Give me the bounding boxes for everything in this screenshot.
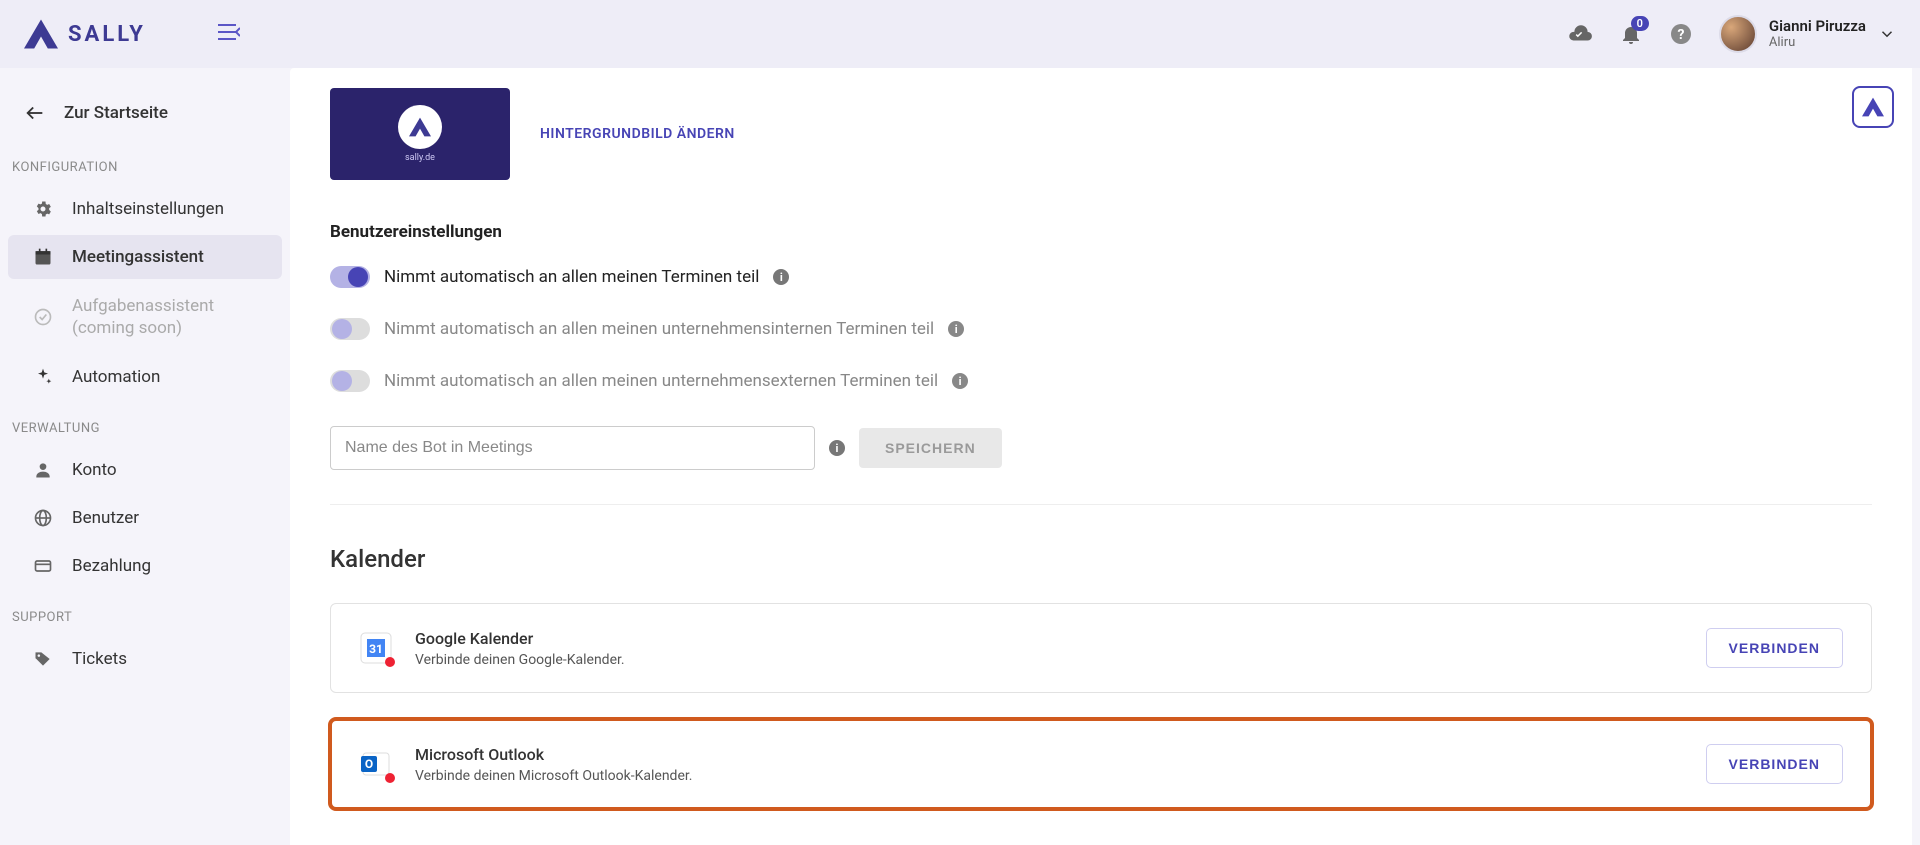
notifications-button[interactable]: 0 (1619, 22, 1643, 46)
sidebar-item-label: Meetingassistent (72, 247, 204, 267)
calendar-card-outlook: O Microsoft Outlook Verbinde deinen Micr… (330, 719, 1872, 809)
sidebar: Zur Startseite KONFIGURATION Inhaltseins… (0, 68, 290, 845)
sidebar-item-content-settings[interactable]: Inhaltseinstellungen (8, 187, 282, 231)
sidebar-item-label: Tickets (72, 649, 127, 669)
sidebar-item-label: Inhaltseinstellungen (72, 199, 224, 219)
svg-text:?: ? (1677, 27, 1684, 43)
section-label-support: SUPPORT (0, 592, 290, 633)
toggle-all-meetings[interactable] (330, 266, 370, 288)
sidebar-collapse-button[interactable] (218, 23, 240, 45)
section-label-config: KONFIGURATION (0, 142, 290, 183)
sidebar-item-users[interactable]: Benutzer (8, 496, 282, 540)
sidebar-item-billing[interactable]: Bezahlung (8, 544, 282, 588)
sidebar-item-account[interactable]: Konto (8, 448, 282, 492)
brand-name: SALLY (68, 22, 146, 47)
credit-card-icon (32, 556, 54, 576)
floating-brand-badge[interactable] (1852, 86, 1894, 128)
gear-icon (32, 199, 54, 219)
info-icon[interactable]: i (773, 269, 789, 285)
background-thumbnail: sally.de (330, 88, 510, 180)
connect-outlook-button[interactable]: VERBINDEN (1706, 744, 1843, 784)
toggle-row-all-meetings: Nimmt automatisch an allen meinen Termin… (330, 266, 1872, 288)
user-name: Gianni Piruzza (1769, 17, 1866, 35)
calendar-title: Google Kalender (415, 629, 1684, 648)
user-menu[interactable]: Gianni Piruzza Aliru (1719, 15, 1896, 53)
chevron-down-icon (1878, 25, 1896, 43)
calendar-icon (32, 247, 54, 267)
sparkle-icon (32, 367, 54, 387)
outlook-icon: O (359, 747, 393, 781)
sidebar-item-label: Aufgabenassistent (72, 295, 214, 317)
sidebar-item-label: Benutzer (72, 508, 139, 528)
sidebar-item-sublabel: (coming soon) (72, 317, 214, 339)
cloud-status-icon[interactable] (1567, 21, 1593, 47)
info-icon[interactable]: i (948, 321, 964, 337)
sally-logo-icon (409, 117, 431, 137)
info-icon[interactable]: i (952, 373, 968, 389)
change-background-link[interactable]: HINTERGRUNDBILD ÄNDERN (540, 126, 735, 142)
toggle-row-external-meetings: Nimmt automatisch an allen meinen untern… (330, 370, 1872, 392)
notifications-count-badge: 0 (1631, 16, 1649, 31)
sidebar-item-label: Bezahlung (72, 556, 151, 576)
sidebar-item-task-assistant: Aufgabenassistent (coming soon) (8, 283, 282, 351)
calendar-heading: Kalender (330, 545, 1872, 573)
sidebar-item-label: Automation (72, 367, 160, 387)
back-label: Zur Startseite (64, 103, 168, 123)
calendar-description: Verbinde deinen Microsoft Outlook-Kalend… (415, 768, 1684, 784)
sidebar-item-tickets[interactable]: Tickets (8, 637, 282, 681)
topbar: SALLY 0 ? Gianni Piruzza Aliru (0, 0, 1920, 68)
calendar-description: Verbinde deinen Google-Kalender. (415, 652, 1684, 668)
brand-logo[interactable]: SALLY (24, 19, 146, 49)
user-settings-heading: Benutzereinstellungen (330, 222, 1872, 242)
user-org: Aliru (1769, 35, 1866, 51)
sally-logo-icon (24, 19, 58, 49)
save-button[interactable]: SPEICHERN (859, 428, 1002, 468)
toggle-label: Nimmt automatisch an allen meinen Termin… (384, 267, 759, 287)
toggle-label: Nimmt automatisch an allen meinen untern… (384, 371, 938, 391)
sidebar-item-meeting-assistant[interactable]: Meetingassistent (8, 235, 282, 279)
arrow-left-icon (24, 102, 46, 124)
sidebar-item-automation[interactable]: Automation (8, 355, 282, 399)
google-calendar-icon: 31 (359, 631, 393, 665)
tag-icon (32, 649, 54, 669)
calendar-title: Microsoft Outlook (415, 745, 1684, 764)
toggle-label: Nimmt automatisch an allen meinen untern… (384, 319, 934, 339)
info-icon[interactable]: i (829, 440, 845, 456)
check-circle-icon (32, 307, 54, 327)
globe-icon (32, 508, 54, 528)
back-to-home-link[interactable]: Zur Startseite (0, 88, 290, 138)
help-button[interactable]: ? (1669, 22, 1693, 46)
sidebar-item-label: Konto (72, 460, 117, 480)
person-icon (32, 460, 54, 480)
bot-name-input[interactable] (330, 426, 815, 470)
avatar (1719, 15, 1757, 53)
toggle-row-internal-meetings: Nimmt automatisch an allen meinen untern… (330, 318, 1872, 340)
toggle-internal-meetings[interactable] (330, 318, 370, 340)
toggle-external-meetings[interactable] (330, 370, 370, 392)
main-content: sally.de HINTERGRUNDBILD ÄNDERN Benutzer… (290, 68, 1912, 845)
calendar-card-google: 31 Google Kalender Verbinde deinen Googl… (330, 603, 1872, 693)
sally-logo-icon (1862, 97, 1884, 117)
section-label-admin: VERWALTUNG (0, 403, 290, 444)
connect-google-button[interactable]: VERBINDEN (1706, 628, 1843, 668)
svg-text:O: O (365, 757, 373, 771)
svg-text:31: 31 (369, 642, 383, 656)
thumbnail-caption: sally.de (405, 153, 435, 163)
